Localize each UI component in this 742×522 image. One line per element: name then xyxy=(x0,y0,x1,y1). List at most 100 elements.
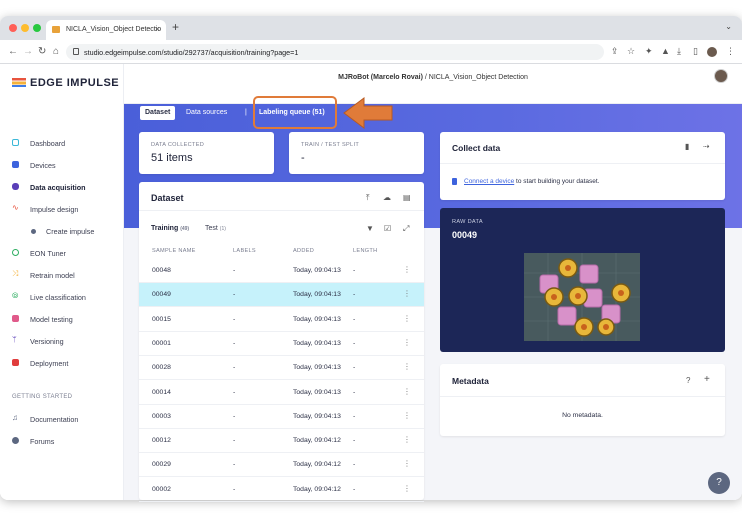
avatar[interactable] xyxy=(714,69,728,83)
cloud-upload-icon[interactable]: ☁ xyxy=(383,193,391,202)
sidepanel-icon[interactable]: ▯ xyxy=(693,46,698,57)
dot-icon xyxy=(31,229,36,234)
new-tab-button[interactable]: + xyxy=(172,20,179,34)
close-window-button[interactable] xyxy=(9,24,17,32)
table-cell-length: - xyxy=(353,388,356,396)
expand-icon[interactable]: ⤢ xyxy=(403,224,409,234)
help-button[interactable]: ? xyxy=(708,472,730,494)
sidebar-item-deployment[interactable]: Deployment xyxy=(0,353,124,373)
sidebar-item-retrain-model[interactable]: ⤨ Retrain model xyxy=(0,265,124,285)
table-cell-length: - xyxy=(353,267,356,274)
row-menu-icon[interactable]: ⋮ xyxy=(403,265,411,274)
tab-separator: | xyxy=(245,109,247,116)
row-menu-icon[interactable]: ⋮ xyxy=(403,435,411,444)
share-icon[interactable]: ⇪ xyxy=(611,46,619,57)
close-tab-icon[interactable]: × xyxy=(155,24,160,34)
sidebar-item-forums[interactable]: Forums xyxy=(0,431,124,451)
bookmark-star-icon[interactable]: ☆ xyxy=(627,46,635,57)
sidebar-item-label: Forums xyxy=(30,437,55,446)
table-row[interactable]: 00048 - Today, 09:04:13 - ⋮ xyxy=(139,259,424,283)
column-header[interactable]: ADDED xyxy=(293,248,314,254)
column-header[interactable]: LABELS xyxy=(233,248,256,254)
table-row[interactable]: 00049 - Today, 09:04:13 - ⋮ xyxy=(139,283,424,308)
train-test-split-label: TRAIN / TEST SPLIT xyxy=(301,142,360,148)
table-row[interactable]: 00028 - Today, 09:04:13 - ⋮ xyxy=(139,356,424,381)
row-menu-icon[interactable]: ⋮ xyxy=(403,338,411,347)
profile-icon[interactable] xyxy=(707,47,717,57)
logo[interactable]: EDGE IMPULSE xyxy=(12,77,119,89)
table-cell-length: - xyxy=(353,291,356,299)
minimize-window-button[interactable] xyxy=(21,24,29,32)
tab-training[interactable]: Training (49) xyxy=(151,225,189,232)
sidebar-item-create-impulse[interactable]: Create impulse xyxy=(0,221,124,241)
table-cell-labels: - xyxy=(233,412,236,420)
row-menu-icon[interactable]: ⋮ xyxy=(403,387,411,396)
tab-data-sources[interactable]: Data sources xyxy=(181,106,232,120)
connect-device-link[interactable]: Connect a device xyxy=(464,178,514,185)
breadcrumb-user[interactable]: MJRoBot (Marcelo Rovai) xyxy=(338,74,423,81)
chip-icon xyxy=(12,161,19,168)
no-metadata-text: No metadata. xyxy=(562,412,603,419)
sidebar-item-dashboard[interactable]: Dashboard xyxy=(0,133,124,153)
sidebar-item-live-classification[interactable]: ⦾ Live classification xyxy=(0,287,124,307)
table-cell-added: Today, 09:04:13 xyxy=(293,267,341,274)
train-test-split-value: - xyxy=(301,152,305,164)
download-icon[interactable]: ⤓ xyxy=(677,46,681,57)
row-menu-icon[interactable]: ⋮ xyxy=(403,411,411,420)
table-row[interactable]: 00001 - Today, 09:04:13 - ⋮ xyxy=(139,332,424,356)
row-menu-icon[interactable]: ⋮ xyxy=(403,289,411,298)
forward-button[interactable]: → xyxy=(23,46,33,57)
row-menu-icon[interactable]: ⋮ xyxy=(403,459,411,468)
add-metadata-icon[interactable]: + xyxy=(704,374,710,385)
home-button[interactable]: ⌂ xyxy=(53,46,59,57)
select-icon[interactable]: ☑ xyxy=(384,224,391,233)
sidebar-item-eon-tuner[interactable]: EON Tuner xyxy=(0,243,124,263)
sidebar-item-impulse-design[interactable]: ∿ Impulse design xyxy=(0,199,124,219)
table-row[interactable]: 00003 - Today, 09:04:13 - ⋮ xyxy=(139,405,424,429)
usb-icon[interactable]: ⇢ xyxy=(703,142,710,151)
tab-search-icon[interactable]: ⌄ xyxy=(725,22,732,31)
export-icon[interactable]: ▤ xyxy=(403,193,411,202)
filter-icon[interactable]: ▼ xyxy=(366,224,374,233)
row-menu-icon[interactable]: ⋮ xyxy=(403,314,411,323)
tab-dataset[interactable]: Dataset xyxy=(140,106,176,120)
table-cell-name: 00029 xyxy=(152,461,171,469)
tab-test[interactable]: Test (1) xyxy=(205,225,226,232)
sidebar-item-documentation[interactable]: ♫ Documentation xyxy=(0,409,124,429)
table-row[interactable]: 00014 - Today, 09:04:13 - ⋮ xyxy=(139,381,424,405)
collect-data-message: Connect a device to start building your … xyxy=(464,178,600,185)
column-header[interactable]: SAMPLE NAME xyxy=(152,248,196,254)
table-cell-added: Today, 09:04:13 xyxy=(293,388,341,396)
sidebar-item-data-acquisition[interactable]: Data acquisition xyxy=(0,177,124,197)
table-row[interactable]: 00029 - Today, 09:04:12 - ⋮ xyxy=(139,453,424,478)
back-button[interactable]: ← xyxy=(8,46,18,57)
sidebar: EDGE IMPULSE Dashboard Devices Data acqu… xyxy=(0,64,124,500)
data-collected-label: DATA COLLECTED xyxy=(151,142,205,148)
extensions-icon[interactable]: ✦ xyxy=(645,46,653,57)
maximize-window-button[interactable] xyxy=(33,24,41,32)
train-test-split-card: TRAIN / TEST SPLIT - xyxy=(289,132,424,174)
url-text: studio.edgeimpulse.com/studio/292737/acq… xyxy=(84,48,299,57)
training-count: (49) xyxy=(180,226,190,232)
trash-icon[interactable]: ▮ xyxy=(685,142,689,151)
sidebar-item-model-testing[interactable]: Model testing xyxy=(0,309,124,329)
device-icon xyxy=(452,178,457,185)
column-header[interactable]: LENGTH xyxy=(353,248,378,254)
browser-tab[interactable]: NICLA_Vision_Object Detectio × xyxy=(46,20,166,40)
row-menu-icon[interactable]: ⋮ xyxy=(403,484,411,493)
row-menu-icon[interactable]: ⋮ xyxy=(403,362,411,371)
table-row[interactable]: 00012 - Today, 09:04:12 - ⋮ xyxy=(139,429,424,454)
upload-icon[interactable]: ⤒ xyxy=(366,193,370,203)
sidebar-item-versioning[interactable]: ᛘ Versioning xyxy=(0,331,124,351)
table-row[interactable]: 00002 - Today, 09:04:12 - ⋮ xyxy=(139,478,424,502)
breadcrumb-project[interactable]: NICLA_Vision_Object Detection xyxy=(429,74,528,81)
url-field[interactable]: studio.edgeimpulse.com/studio/292737/acq… xyxy=(66,44,604,60)
table-row[interactable]: 00015 - Today, 09:04:13 - ⋮ xyxy=(139,308,424,332)
menu-icon[interactable]: ⋮ xyxy=(726,46,735,57)
table-cell-labels: - xyxy=(233,388,236,396)
sidebar-item-label: Versioning xyxy=(30,337,64,346)
sidebar-item-devices[interactable]: Devices xyxy=(0,155,124,175)
pin-icon[interactable]: ▲ xyxy=(661,46,670,56)
metadata-help-icon[interactable]: ? xyxy=(686,376,690,385)
reload-button[interactable]: ↻ xyxy=(38,46,46,57)
